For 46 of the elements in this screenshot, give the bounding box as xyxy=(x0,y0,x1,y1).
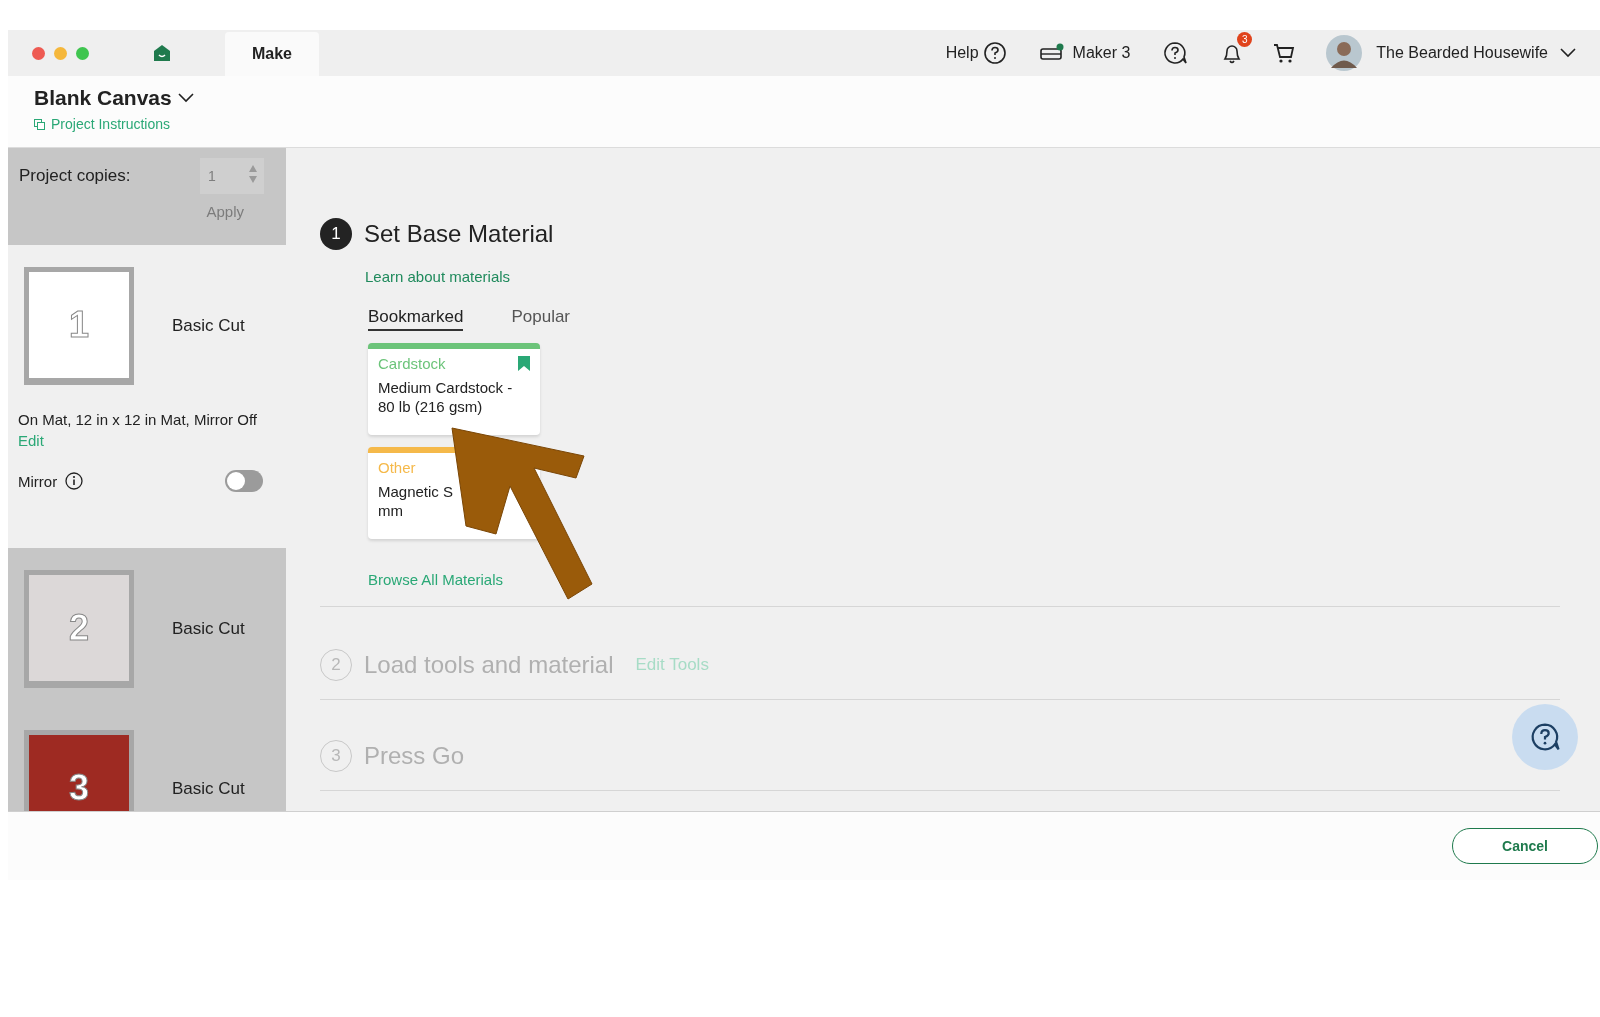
material-category: Cardstock xyxy=(378,355,446,372)
home-icon[interactable] xyxy=(153,44,171,62)
close-window-button[interactable] xyxy=(32,46,45,60)
material-tab[interactable]: Bookmarked xyxy=(368,307,464,331)
mat-label: Basic Cut xyxy=(172,779,245,799)
material-category: Other xyxy=(378,459,416,476)
make-tab[interactable]: Make xyxy=(225,32,319,76)
mirror-label: Mirror xyxy=(18,472,58,490)
chat-help-icon xyxy=(1529,722,1561,752)
material-name: 80 lb (216 gsm) xyxy=(378,397,484,416)
printer-icon[interactable] xyxy=(1038,43,1065,63)
chevron-down-icon[interactable] xyxy=(177,93,194,103)
mat-thumbnail: 3 xyxy=(24,730,134,811)
mat-label: Basic Cut xyxy=(172,619,245,639)
bookmark-icon[interactable] xyxy=(518,356,530,371)
copy-icon xyxy=(34,118,45,130)
avatar[interactable] xyxy=(1326,35,1363,71)
chevron-down-icon[interactable] xyxy=(1560,48,1576,58)
material-card[interactable]: Cardstock Medium Cardstock - 80 lb (216 gsm) xyxy=(368,343,540,435)
mat-thumbnail: 1 xyxy=(24,267,134,385)
material-name: Medium Cardstock - xyxy=(378,378,514,397)
mat-panel[interactable]: 2 Basic Cut xyxy=(8,548,286,708)
mat-thumbnail: 2 xyxy=(24,570,134,688)
learn-materials-link[interactable]: Learn about materials xyxy=(365,268,1560,285)
mat-details: On Mat, 12 in x 12 in Mat, Mirror Off xyxy=(18,411,258,428)
copies-label: Project copies: xyxy=(19,166,131,186)
material-name: mm xyxy=(378,501,404,520)
material-name: Magnetic S xyxy=(378,482,455,501)
project-title[interactable]: Blank Canvas xyxy=(34,86,172,110)
notification-badge: 3 xyxy=(1237,32,1253,47)
user-menu-button[interactable]: The Bearded Housewife xyxy=(1372,44,1552,62)
mat-label: Basic Cut xyxy=(172,316,245,336)
help-icon[interactable] xyxy=(982,41,1007,65)
info-icon[interactable] xyxy=(65,472,84,490)
cancel-button[interactable]: Cancel xyxy=(1452,828,1598,864)
step-title: Set Base Material xyxy=(364,220,554,248)
step-title: Press Go xyxy=(364,742,465,770)
mirror-toggle[interactable] xyxy=(225,470,263,492)
mat-panel[interactable]: 3 Basic Cut xyxy=(8,708,286,811)
material-tab[interactable]: Popular xyxy=(511,307,571,331)
chat-help-icon[interactable] xyxy=(1162,41,1189,65)
machine-button[interactable]: Maker 3 xyxy=(1068,44,1135,62)
step-number: 1 xyxy=(320,218,352,250)
help-button[interactable]: Help xyxy=(941,44,983,62)
step-title: Load tools and material xyxy=(364,651,614,679)
cart-icon[interactable] xyxy=(1272,41,1297,65)
